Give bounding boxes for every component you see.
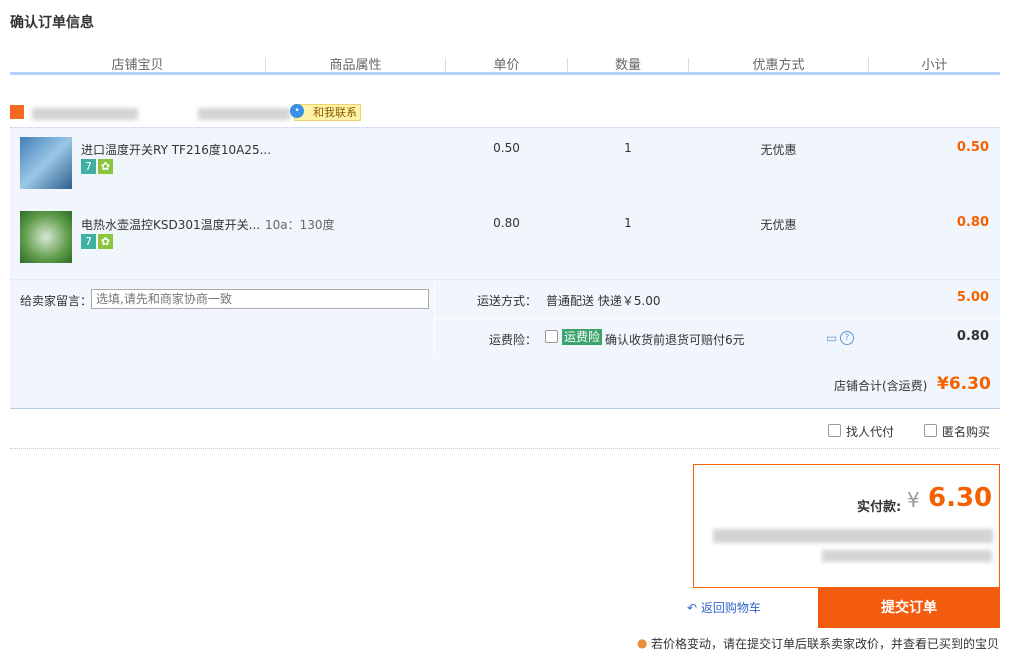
item-price: 0.50 — [493, 141, 520, 155]
insurance-cost: 0.80 — [956, 329, 989, 344]
item-discount: 无优惠 — [760, 143, 797, 157]
shipping-method-select[interactable]: 普通配送 快递￥5.00 — [546, 292, 661, 309]
back-to-cart-link[interactable]: ↶ 返回购物车 — [687, 599, 761, 616]
pay-label: 实付款: — [857, 500, 902, 515]
price-change-notice: 若价格变动，请在提交订单后联系卖家改价，并查看已买到的宝贝 — [651, 637, 1000, 651]
blurred-shop-info — [198, 108, 290, 120]
anonymous-checkbox[interactable] — [924, 424, 937, 437]
help-icon[interactable]: ? — [840, 331, 854, 345]
seven-day-return-icon: 7 — [81, 234, 96, 249]
seven-day-return-icon: 7 — [81, 159, 96, 174]
col-header-quantity: 数量 — [614, 58, 641, 73]
page-title: 确认订单信息 — [10, 15, 94, 31]
item-discount: 无优惠 — [760, 218, 797, 232]
item-quantity: 1 — [624, 141, 632, 155]
insurance-tag: 运费险 — [562, 329, 603, 345]
pay-currency: ¥ — [907, 488, 920, 512]
memo-label: 给卖家留言： — [20, 294, 93, 308]
guarantee-icon: ✿ — [98, 234, 113, 249]
submit-order-button[interactable]: 提交订单 — [818, 588, 1000, 628]
blurred-address — [713, 529, 993, 543]
location-pin-icon: ● — [637, 636, 648, 650]
proxy-pay-checkbox[interactable] — [828, 424, 841, 437]
blurred-shop-name — [32, 108, 138, 120]
item-name-link[interactable]: 进口温度开关RY TF216度10A25... — [81, 141, 271, 158]
item-subtotal: 0.80 — [956, 215, 989, 230]
col-header-shop-item: 店铺宝贝 — [111, 58, 164, 73]
shipping-label: 运送方式： — [477, 294, 538, 308]
back-to-cart-label: 返回购物车 — [700, 601, 761, 615]
item-subtotal: 0.50 — [956, 140, 989, 155]
item-thumbnail[interactable] — [20, 211, 72, 263]
shop-total-label: 店铺合计(含运费) — [834, 379, 928, 393]
col-header-attributes: 商品属性 — [329, 58, 382, 73]
shop-icon — [10, 105, 24, 119]
col-header-price: 单价 — [493, 58, 520, 73]
divider — [10, 448, 1000, 450]
back-arrow-icon: ↶ — [687, 601, 701, 615]
comment-icon[interactable]: ▭ — [826, 331, 837, 345]
proxy-pay-label[interactable]: 找人代付 — [846, 423, 894, 440]
shipping-cost: 5.00 — [956, 290, 989, 305]
col-header-subtotal: 小计 — [921, 58, 948, 73]
divider — [435, 318, 1000, 319]
guarantee-icon: ✿ — [98, 159, 113, 174]
col-header-discount: 优惠方式 — [752, 58, 805, 73]
item-badges: 7 ✿ — [81, 234, 115, 249]
pay-amount: 6.30 — [928, 483, 993, 513]
item-quantity: 1 — [624, 216, 632, 230]
insurance-label: 运费险： — [489, 333, 538, 347]
item-thumbnail[interactable] — [20, 137, 72, 189]
anonymous-label[interactable]: 匿名购买 — [942, 423, 990, 440]
item-badges: 7 ✿ — [81, 159, 115, 174]
blurred-recipient — [822, 550, 992, 562]
contact-seller-button[interactable]: 和我联系 — [294, 104, 361, 121]
header-underline — [10, 72, 1000, 75]
insurance-description: 确认收货前退货可赔付6元 — [605, 333, 745, 347]
item-attribute: 10a：130度 — [265, 218, 335, 232]
item-name-link[interactable]: 电热水壶温控KSD301温度开关... — [81, 216, 260, 233]
item-price: 0.80 — [493, 216, 520, 230]
seller-memo-input[interactable] — [91, 289, 429, 309]
chat-icon: • — [290, 104, 304, 118]
shop-total-value: ¥6.30 — [937, 374, 991, 394]
insurance-checkbox[interactable] — [545, 330, 558, 343]
